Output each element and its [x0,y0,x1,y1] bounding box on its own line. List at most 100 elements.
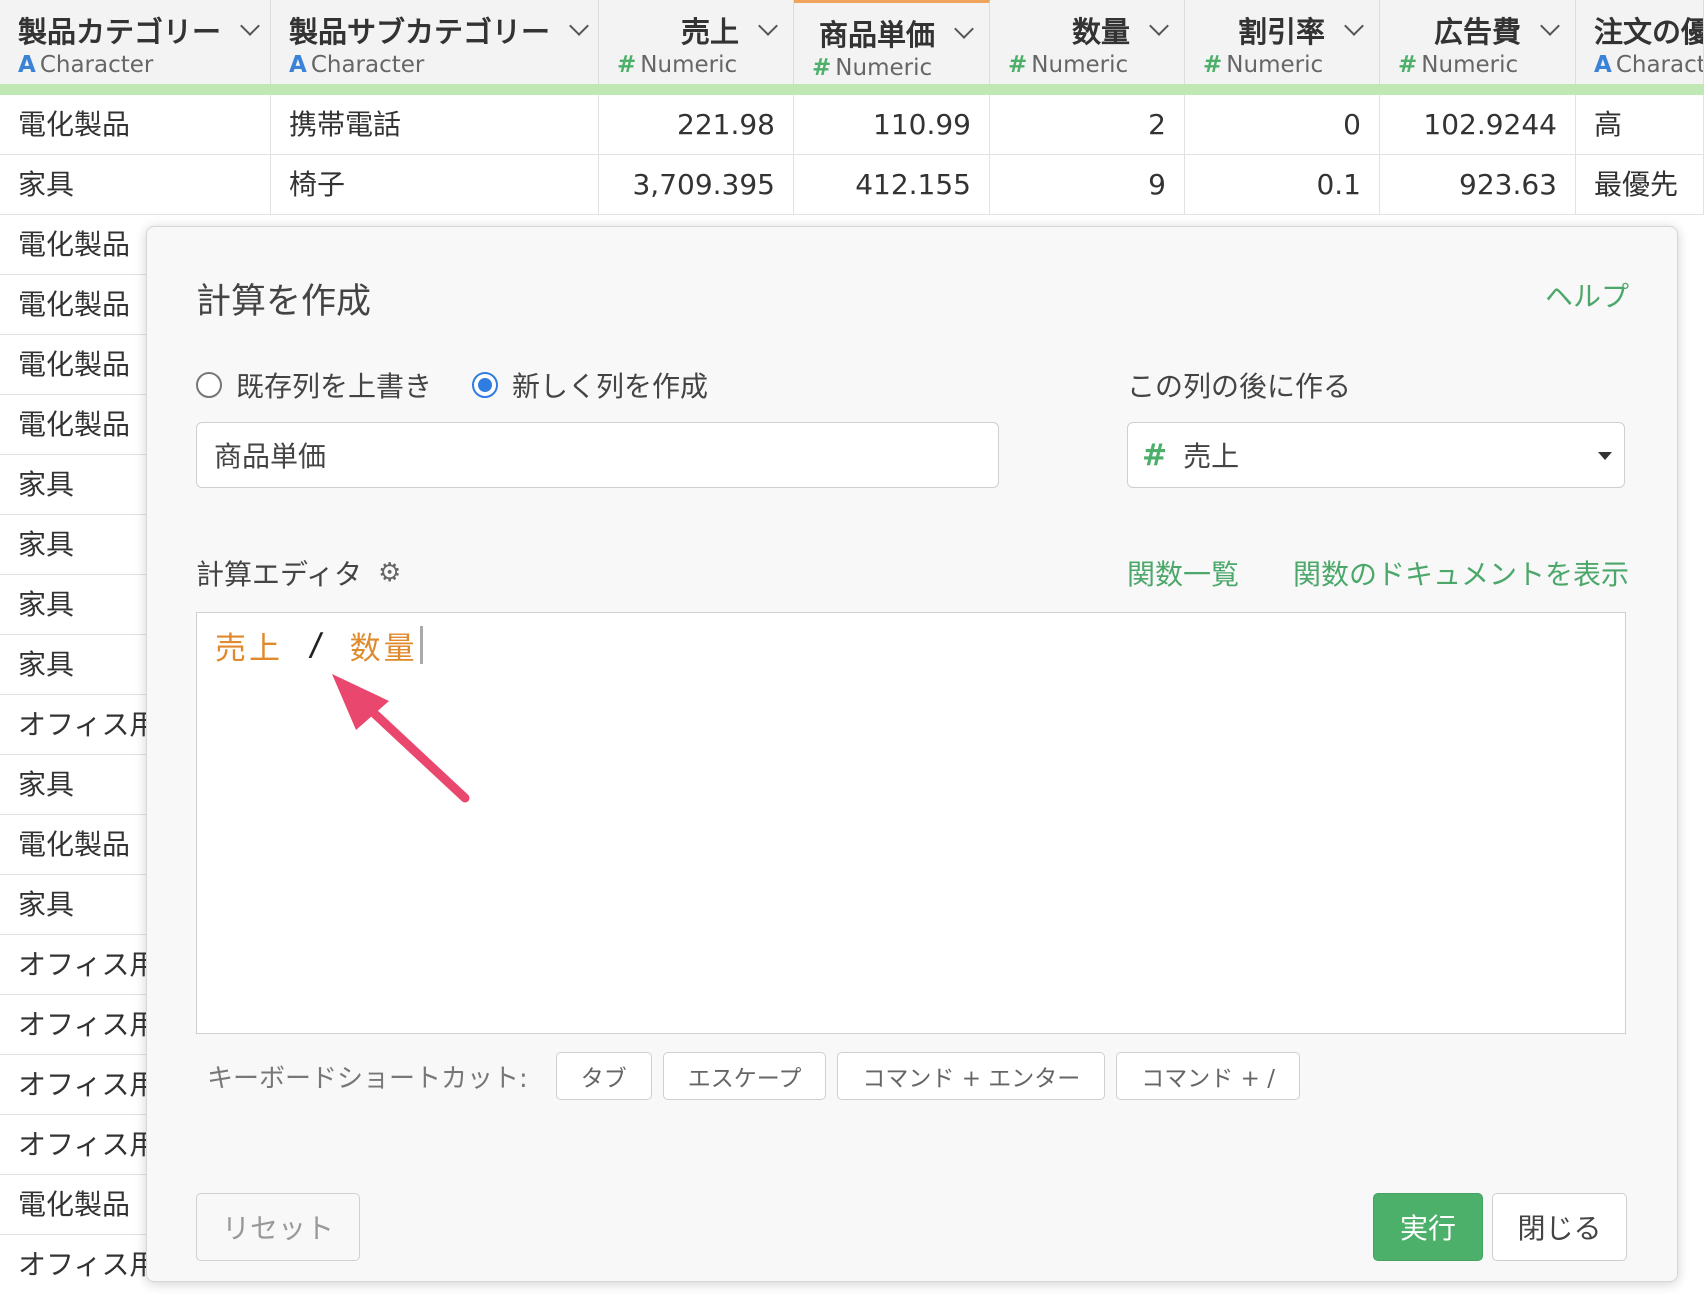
overwrite-option[interactable]: 既存列を上書き [196,365,432,405]
table-cell: 携帯電話 [271,95,599,154]
reset-button[interactable]: リセット [196,1193,360,1261]
keyboard-shortcuts: キーボードショートカット: タブ エスケープ コマンド + エンター コマンド … [207,1052,1311,1100]
chevron-down-icon[interactable] [758,16,778,36]
function-docs-link[interactable]: 関数のドキュメントを表示 [1293,553,1629,593]
chevron-down-icon[interactable] [1149,16,1169,36]
table-cell: 家具 [18,648,75,681]
editor-heading: 計算エディタ ⚙ [196,553,401,593]
column-header[interactable]: 割引率 # Numeric [1185,0,1380,84]
table-cell: 家具 [0,155,271,214]
gear-icon[interactable]: ⚙ [378,558,401,588]
table-cell: 3,709.395 [599,155,794,214]
new-column-radio[interactable] [472,372,499,398]
expr-left-column: 売上 [215,630,283,667]
table-cell: オフィス用 [18,1068,148,1101]
shortcut-key: コマンド + エンター [837,1052,1106,1100]
column-header-title: 売上 [617,0,778,60]
function-list-link[interactable]: 関数一覧 [1127,553,1239,593]
column-name: 商品単価 [818,18,935,52]
column-header-title: 広告費 [1398,0,1560,60]
text-cursor [419,626,423,664]
column-type: # Numeric [1398,52,1518,78]
column-name: 広告費 [1433,15,1521,49]
column-name: 数量 [1071,15,1130,49]
column-header[interactable]: 数量 # Numeric [990,0,1185,84]
shortcut-key: コマンド + / [1116,1052,1300,1100]
calculation-editor[interactable]: 売上 / 数量 [196,612,1626,1034]
column-name: 割引率 [1237,15,1325,49]
table-cell: 電化製品 [18,1188,131,1221]
column-type-label: Numeric [640,52,738,78]
column-header-title: 割引率 [1203,0,1364,60]
table-cell: 0 [1185,95,1380,154]
table-cell: 102.9244 [1380,95,1576,154]
expr-right-column: 数量 [349,630,418,667]
table-cell: 電化製品 [18,828,131,861]
table-cell: 最優先 [1576,155,1704,214]
shortcut-key: エスケープ [662,1052,827,1100]
after-column-select[interactable]: # 売上 [1127,422,1625,488]
table-cell: オフィス用 [18,1128,148,1161]
column-type: A Character [289,52,424,78]
chevron-down-icon[interactable] [240,16,260,36]
overwrite-radio[interactable] [196,372,222,398]
numeric-type-icon: # [1142,437,1168,473]
shortcut-key: タブ [555,1052,652,1100]
editor-label: 計算エディタ [196,558,363,591]
column-type: A Charact [1594,52,1703,78]
table-cell: 2 [990,95,1185,154]
table-cell: 電化製品 [18,408,131,441]
chevron-down-icon[interactable] [1344,16,1364,36]
column-header[interactable]: 製品カテゴリー A Character [0,0,271,84]
character-type-icon: A [18,52,36,78]
chevron-down-icon[interactable] [569,16,589,36]
mode-radio-group: 既存列を上書き 新しく列を作成 [196,365,748,405]
column-header-title: 製品カテゴリー [18,0,260,60]
table-row[interactable]: 電化製品 携帯電話 221.98 110.99 2 0 102.9244 高 [0,95,1704,155]
column-type: # Numeric [1008,52,1128,78]
table-cell: 家具 [18,468,75,501]
new-column-name-input[interactable] [196,422,999,488]
column-header-title: 製品サブカテゴリー [289,0,589,60]
create-calculation-dialog: 計算を作成 ヘルプ 既存列を上書き 新しく列を作成 この列の後に作る # 売上 … [146,226,1678,1282]
table-cell: 高 [1576,95,1704,154]
column-header[interactable]: 商品単価 # Numeric [794,0,990,84]
column-name: 売上 [680,15,739,49]
table-row[interactable]: 家具 椅子 3,709.395 412.155 9 0.1 923.63 最優先 [0,155,1704,215]
run-button[interactable]: 実行 [1373,1193,1483,1261]
column-type-label: Numeric [1421,52,1519,78]
table-cell: 923.63 [1380,155,1576,214]
numeric-type-icon: # [1008,52,1028,78]
numeric-type-icon: # [1398,52,1418,78]
column-type-label: Numeric [1031,52,1129,78]
column-header[interactable]: 製品サブカテゴリー A Character [271,0,599,84]
caret-down-icon [1598,452,1612,460]
after-column-value: 売上 [1183,440,1240,473]
help-link[interactable]: ヘルプ [1545,275,1629,315]
column-name: 製品サブカテゴリー [289,15,551,49]
table-cell: オフィス用 [18,948,148,981]
close-button[interactable]: 閉じる [1492,1193,1627,1261]
character-type-icon: A [1594,52,1612,78]
table-cell: オフィス用 [18,1008,148,1041]
chevron-down-icon[interactable] [954,19,974,39]
table-cell: オフィス用 [18,1248,148,1281]
numeric-type-icon: # [617,52,637,78]
column-type: A Character [18,52,153,78]
column-header[interactable]: 注文の優 A Charact [1576,0,1704,84]
table-cell: 家具 [18,588,75,621]
chevron-down-icon[interactable] [1540,16,1560,36]
column-name: 注文の優 [1594,15,1704,49]
new-column-option[interactable]: 新しく列を作成 [472,365,708,405]
column-type: # Numeric [812,55,932,81]
column-header[interactable]: 売上 # Numeric [599,0,794,84]
column-header-title: 数量 [1008,0,1169,60]
numeric-type-icon: # [1203,52,1223,78]
shortcuts-label: キーボードショートカット: [207,1063,528,1094]
dialog-title: 計算を作成 [196,282,372,322]
numeric-type-icon: # [812,55,832,81]
code-line: 売上 / 数量 [215,625,1607,667]
column-header-title: 注文の優 [1594,0,1703,60]
column-header[interactable]: 広告費 # Numeric [1380,0,1576,84]
after-column-label: この列の後に作る [1127,370,1352,403]
